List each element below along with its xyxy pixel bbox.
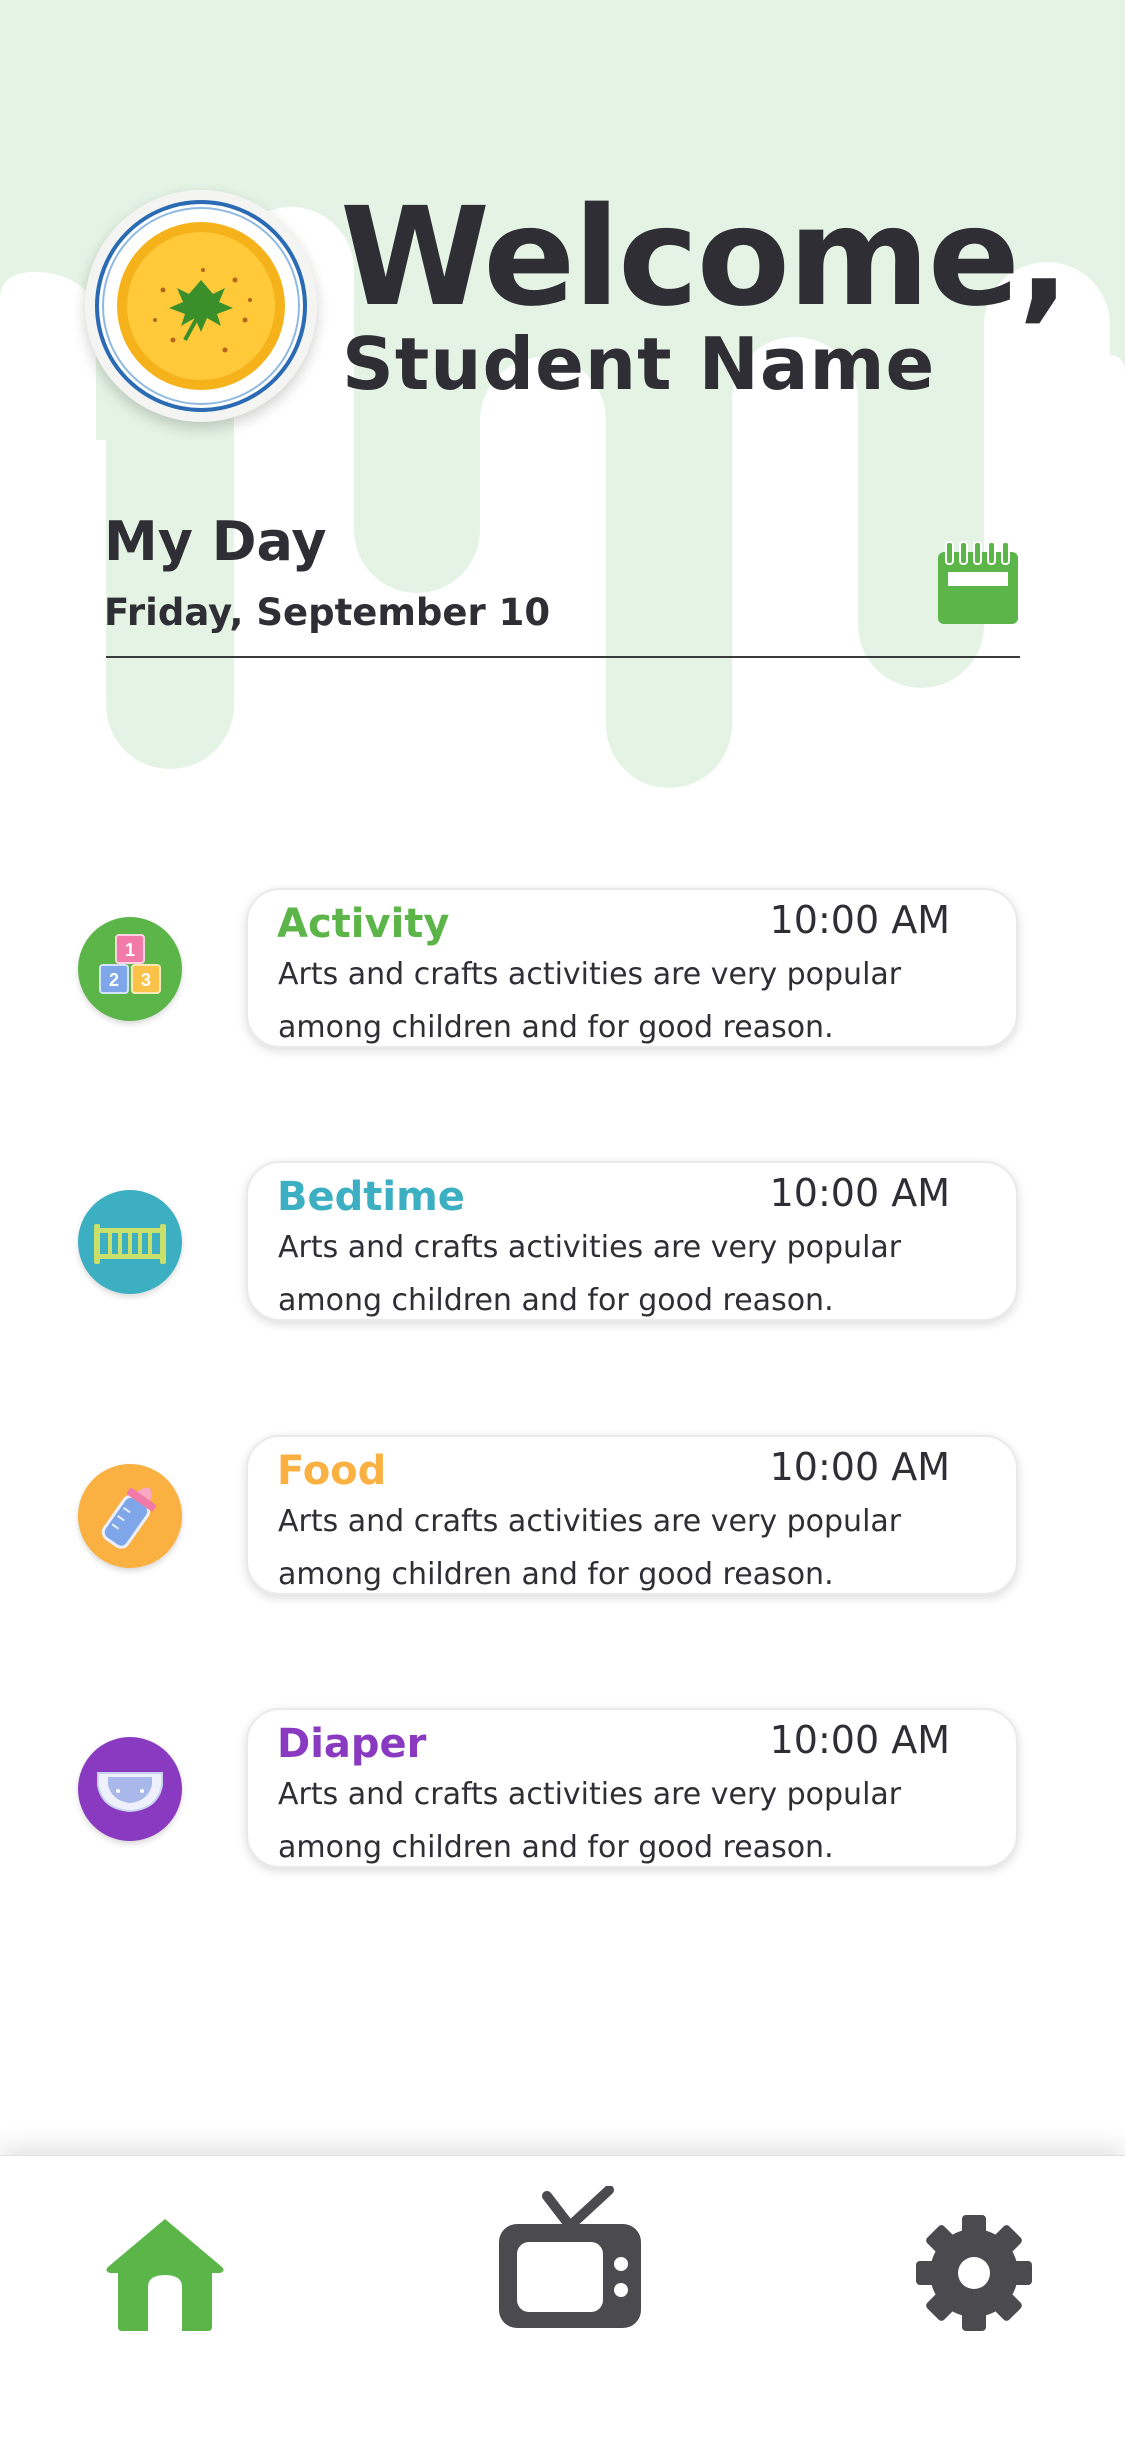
diaper-card[interactable]: Diaper 10:00 AM Arts and crafts activiti…	[246, 1708, 1018, 1868]
tv-icon	[499, 2186, 641, 2328]
timeline-entry-activity: 1 2 3 Activity 10:00 AM Arts and crafts …	[0, 880, 1125, 1050]
my-day-date: Friday, September 10	[104, 591, 551, 634]
diaper-badge	[78, 1737, 182, 1841]
card-time: 10:00 AM	[769, 898, 950, 942]
activity-card[interactable]: Activity 10:00 AM Arts and crafts activi…	[246, 888, 1018, 1048]
timeline-entry-bedtime: Bedtime 10:00 AM Arts and crafts activit…	[0, 1153, 1125, 1323]
card-description: Arts and crafts activities are very popu…	[278, 1221, 998, 1327]
card-description-line: among children and for good reason.	[278, 1830, 834, 1865]
calendar-icon	[938, 541, 1018, 624]
my-day-title: My Day	[104, 510, 327, 573]
activity-badge: 1 2 3	[78, 917, 182, 1021]
diaper-icon	[97, 1772, 163, 1813]
card-description-line: among children and for good reason.	[278, 1557, 834, 1592]
card-description-line: among children and for good reason.	[278, 1010, 834, 1045]
card-description: Arts and crafts activities are very popu…	[278, 1768, 998, 1874]
card-time: 10:00 AM	[769, 1171, 950, 1215]
card-time: 10:00 AM	[769, 1445, 950, 1489]
tab-settings[interactable]	[914, 2213, 1034, 2333]
calendar-button[interactable]	[936, 540, 1020, 626]
timeline-entry-food: Food 10:00 AM Arts and crafts activities…	[0, 1427, 1125, 1597]
bottom-tab-bar	[0, 2155, 1125, 2437]
card-title: Food	[277, 1448, 387, 1494]
svg-text:2: 2	[109, 970, 119, 990]
student-name: Student Name	[342, 322, 936, 406]
timeline-entry-diaper: Diaper 10:00 AM Arts and crafts activiti…	[0, 1700, 1125, 1870]
card-title: Bedtime	[277, 1174, 465, 1220]
tab-home[interactable]	[104, 2215, 226, 2335]
food-badge	[78, 1464, 182, 1568]
tab-tv[interactable]	[497, 2186, 643, 2332]
student-avatar[interactable]	[85, 190, 317, 422]
food-card[interactable]: Food 10:00 AM Arts and crafts activities…	[246, 1435, 1018, 1595]
welcome-heading: Welcome,	[340, 179, 1070, 337]
card-title: Diaper	[277, 1721, 427, 1767]
card-description-line: Arts and crafts activities are very popu…	[278, 1230, 902, 1265]
card-description: Arts and crafts activities are very popu…	[278, 948, 998, 1054]
toy-blocks-icon: 1 2 3	[99, 934, 161, 994]
bedtime-card[interactable]: Bedtime 10:00 AM Arts and crafts activit…	[246, 1161, 1018, 1321]
card-description-line: Arts and crafts activities are very popu…	[278, 1777, 902, 1812]
crib-icon	[94, 1224, 166, 1264]
bedtime-badge	[78, 1190, 182, 1294]
header: Welcome, Student Name My Day Friday, Sep…	[0, 0, 1125, 700]
card-description-line: Arts and crafts activities are very popu…	[278, 957, 902, 992]
gear-icon	[916, 2215, 1032, 2331]
soup-bowl-icon	[95, 200, 307, 412]
svg-text:1: 1	[125, 940, 135, 960]
card-description-line: among children and for good reason.	[278, 1283, 834, 1318]
card-time: 10:00 AM	[769, 1718, 950, 1762]
card-title: Activity	[277, 901, 450, 947]
svg-text:3: 3	[141, 970, 151, 990]
card-description-line: Arts and crafts activities are very popu…	[278, 1504, 902, 1539]
header-divider	[106, 656, 1020, 658]
card-description: Arts and crafts activities are very popu…	[278, 1495, 998, 1601]
baby-bottle-icon	[101, 1487, 157, 1549]
home-icon	[106, 2219, 224, 2331]
